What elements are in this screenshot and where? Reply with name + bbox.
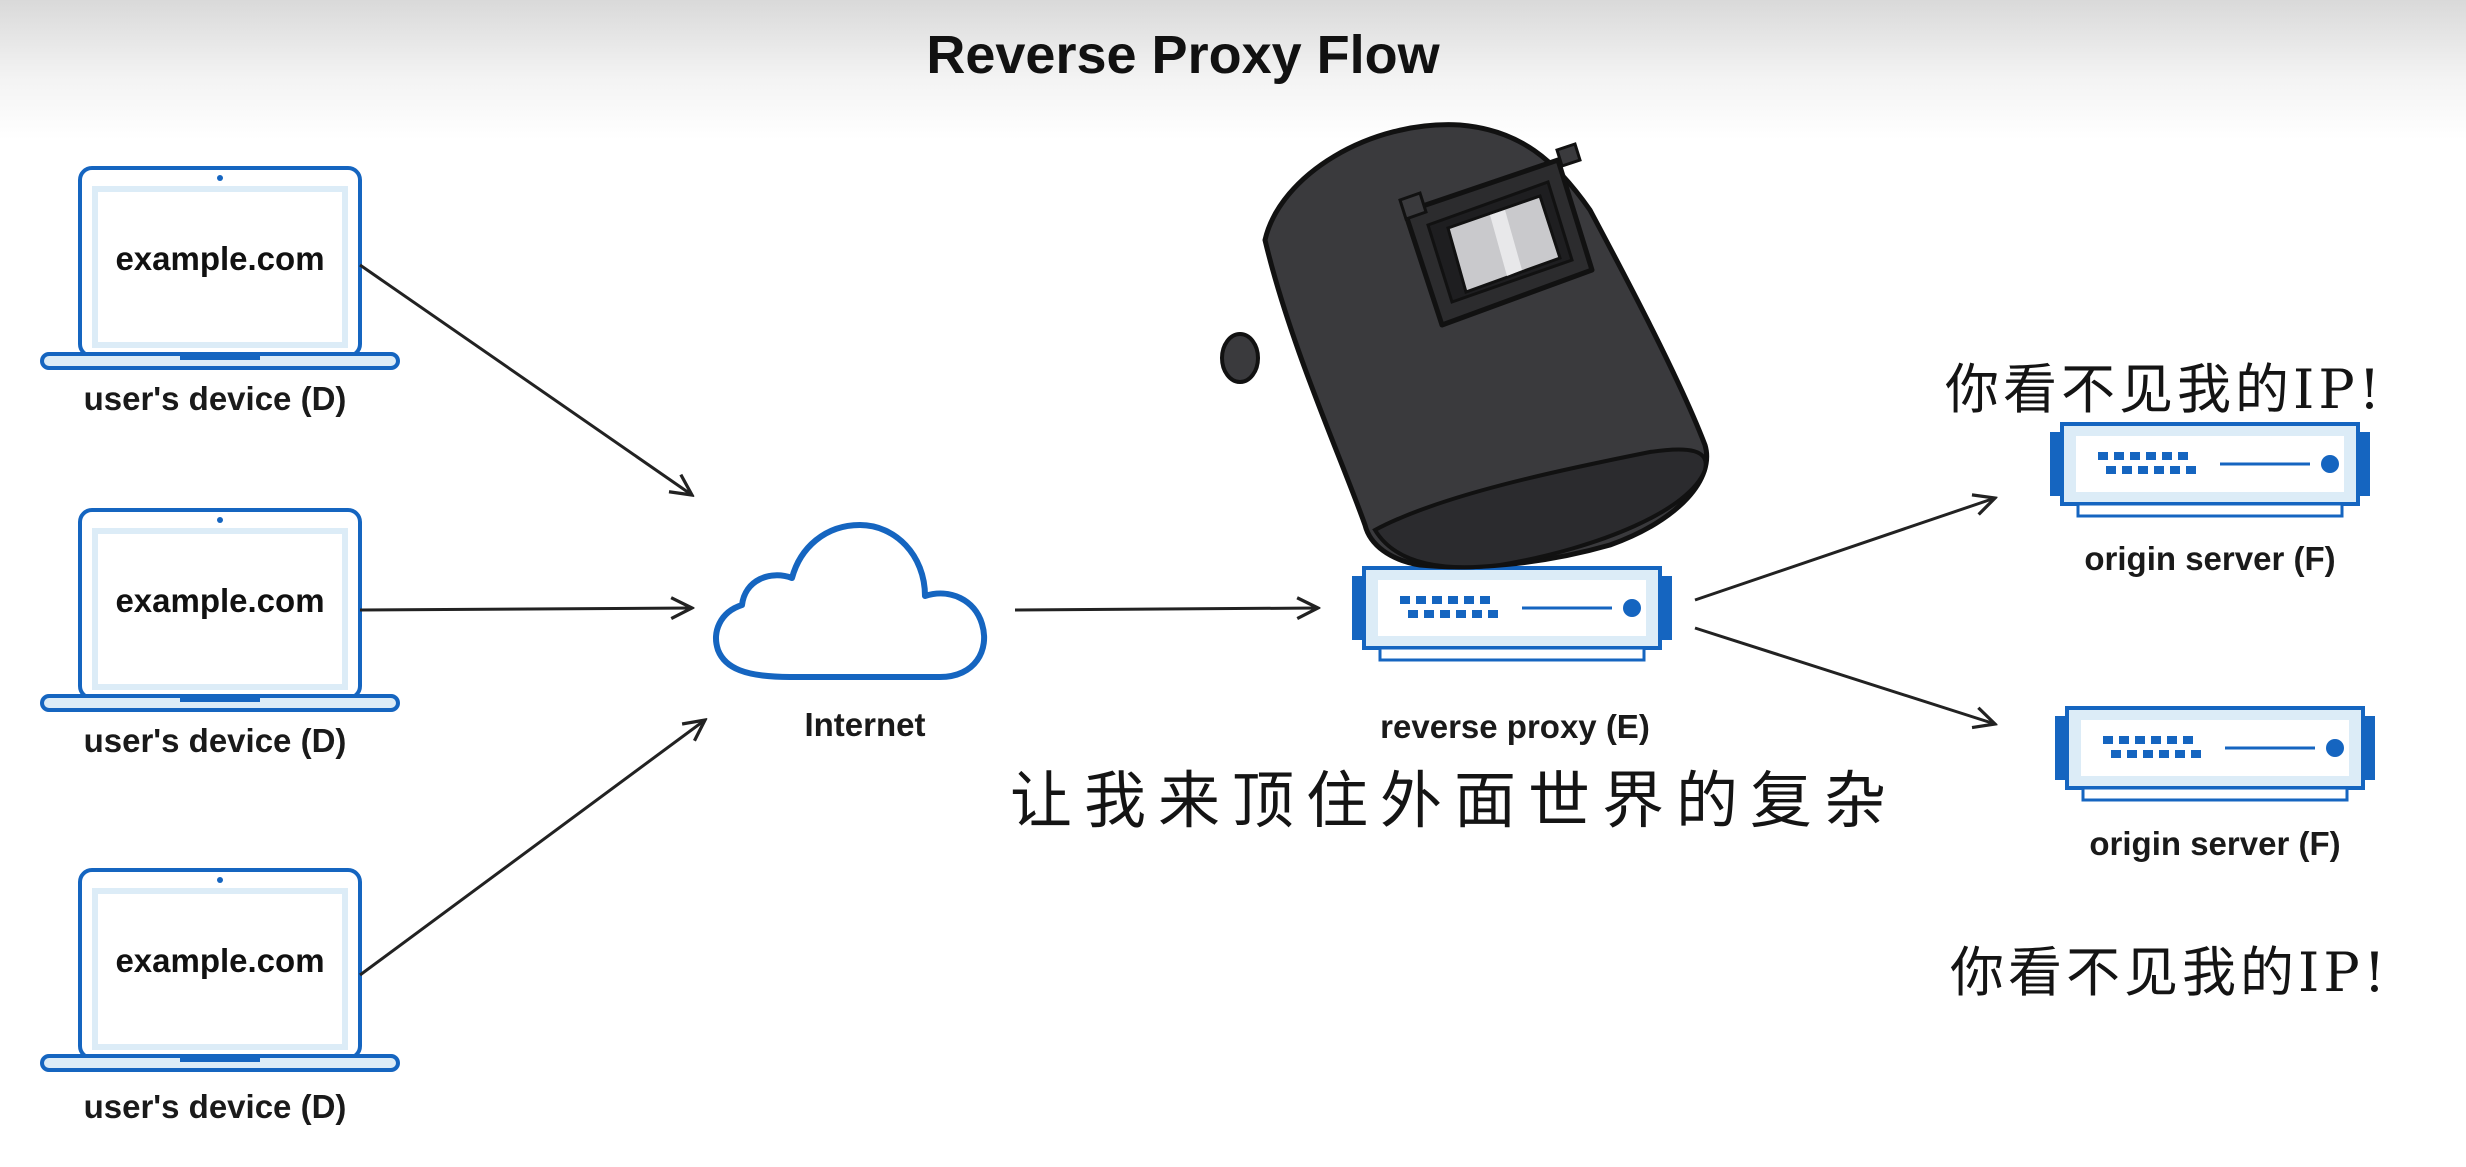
device-label: user's device (D) xyxy=(83,380,347,417)
proxy-server-icon xyxy=(1350,566,1674,662)
device-screen-url: example.com xyxy=(115,942,325,979)
arrow-internet-proxy xyxy=(1014,608,1318,610)
origin-server-label: origin server (F) xyxy=(2089,825,2341,862)
cloud-icon xyxy=(713,522,988,680)
proxy-label: reverse proxy (E) xyxy=(1380,708,1650,745)
origin-server-icon xyxy=(2048,422,2372,518)
origin-server-label: origin server (F) xyxy=(2084,540,2336,577)
device-screen-url: example.com xyxy=(115,240,325,277)
arrow-device1-internet xyxy=(359,263,692,495)
welding-helmet-icon xyxy=(1220,122,1710,570)
arrow-device2-internet xyxy=(359,608,692,610)
device-label: user's device (D) xyxy=(83,1088,347,1125)
arrow-proxy-origin2 xyxy=(1694,626,1995,724)
device-label: user's device (D) xyxy=(83,722,347,759)
arrow-device3-internet xyxy=(359,720,705,977)
origin-caption: 你看不见我的IP! xyxy=(1945,358,2385,421)
arrow-proxy-origin1 xyxy=(1694,498,1995,602)
origin-caption: 你看不见我的IP! xyxy=(1950,941,2390,1004)
internet-label: Internet xyxy=(804,706,926,743)
proxy-caption: 让我来顶住外面世界的复杂 xyxy=(1010,764,1899,837)
device-screen-url: example.com xyxy=(115,582,325,619)
origin-server-icon xyxy=(2053,706,2377,802)
